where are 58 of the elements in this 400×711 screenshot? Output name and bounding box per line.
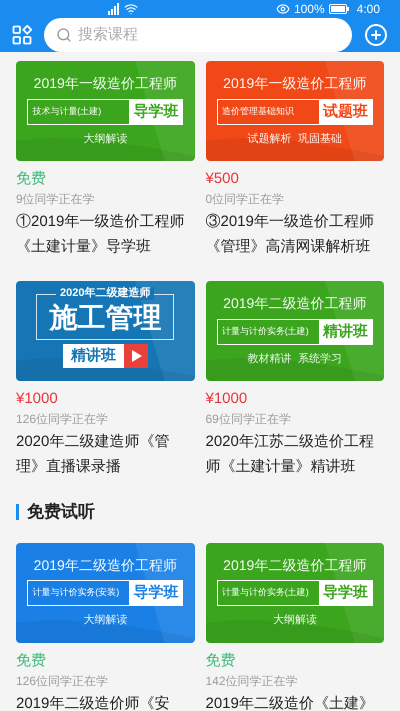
wifi-icon [124, 2, 138, 16]
banner-badge: 导学班 [318, 581, 372, 605]
banner-title: 2019年二级造价工程师 [223, 556, 366, 574]
course-title[interactable]: 2020年江苏二级造价工程师《土建计量》精讲班 [206, 429, 384, 479]
add-icon[interactable] [364, 23, 388, 47]
learner-count: 142位同学正在学 [206, 672, 299, 690]
course-price: ¥1000 [16, 389, 59, 409]
banner-tagline: 教材精讲 系统学习 [248, 352, 342, 366]
course-title[interactable]: 2019年二级造价《土建》 [206, 690, 384, 711]
banner-title: 2019年一级造价工程师 [223, 75, 366, 92]
learner-count: 9位同学正在学 [16, 191, 96, 208]
course-title[interactable]: 2019年二级造价师《安 [16, 690, 194, 711]
eye-icon [276, 2, 290, 16]
banner-tagline: 大纲解读 [83, 132, 128, 146]
course-title[interactable]: ③2019年一级造价工程师《管理》高清网课解析班 [206, 209, 384, 259]
course-banner[interactable]: 2019年一级造价工程师 造价管理基础知识 试题班 试题解析 巩固基础 [206, 61, 384, 161]
banner-title: 2019年二级造价工程师 [34, 556, 177, 574]
course-title[interactable]: 2020年二级建造师《管理》直播课录播 [16, 429, 194, 479]
banner-badge: 精讲班 [62, 344, 124, 368]
course-price: ¥1000 [206, 389, 248, 409]
banner-badge: 试题班 [318, 100, 372, 124]
course-banner[interactable]: 2020年二级建造师 施工管理 精讲班 [16, 281, 194, 381]
course-price: 免费 [16, 169, 47, 189]
banner-title: 2019年二级造价工程师 [223, 295, 366, 312]
section-marker [16, 504, 19, 520]
search-input[interactable]: 搜索课程 [78, 24, 340, 46]
course-banner[interactable]: 2019年二级造价工程师 计量与计价实务(安装) 导学班 大纲解读 [16, 542, 194, 642]
apps-icon[interactable] [12, 25, 32, 45]
learner-count: 126位同学正在学 [16, 411, 110, 428]
battery-icon [328, 3, 349, 15]
banner-badge: 精讲班 [318, 320, 372, 344]
search-icon [56, 27, 72, 43]
learner-count: 126位同学正在学 [16, 672, 110, 690]
banner-title: 2019年一级造价工程师 [34, 75, 177, 92]
banner-label: 计量与计价实务(土建) [220, 586, 310, 600]
play-icon [124, 344, 148, 368]
course-price: 免费 [16, 650, 47, 670]
banner-badge: 导学班 [129, 100, 182, 124]
learner-count: 69位同学正在学 [206, 411, 292, 428]
learner-count: 0位同学正在学 [206, 191, 286, 208]
course-price: 免费 [206, 650, 236, 670]
course-title[interactable]: ①2019年一级造价工程师《土建计量》导学班 [16, 209, 194, 259]
signal-icon [108, 3, 120, 15]
banner-badge: 导学班 [129, 581, 182, 605]
battery-level: 100% [294, 1, 325, 18]
banner-tagline: 试题解析 巩固基础 [248, 132, 342, 146]
search-field[interactable]: 搜索课程 [44, 18, 352, 52]
banner-label: 技术与计量(土建) [31, 104, 102, 118]
banner-label: 计量与计价实务(土建) [220, 324, 310, 338]
course-price: ¥500 [206, 169, 240, 189]
banner-label: 造价管理基础知识 [220, 104, 295, 118]
banner-headline: 施工管理 [49, 301, 162, 336]
banner-label: 计量与计价实务(安装) [31, 586, 120, 600]
clock: 4:00 [356, 1, 380, 18]
banner-tagline: 大纲解读 [83, 613, 128, 628]
banner-title: 2020年二级建造师 [56, 286, 154, 300]
banner-tagline: 大纲解读 [272, 613, 317, 628]
section-heading: 免费试听 [27, 501, 95, 523]
